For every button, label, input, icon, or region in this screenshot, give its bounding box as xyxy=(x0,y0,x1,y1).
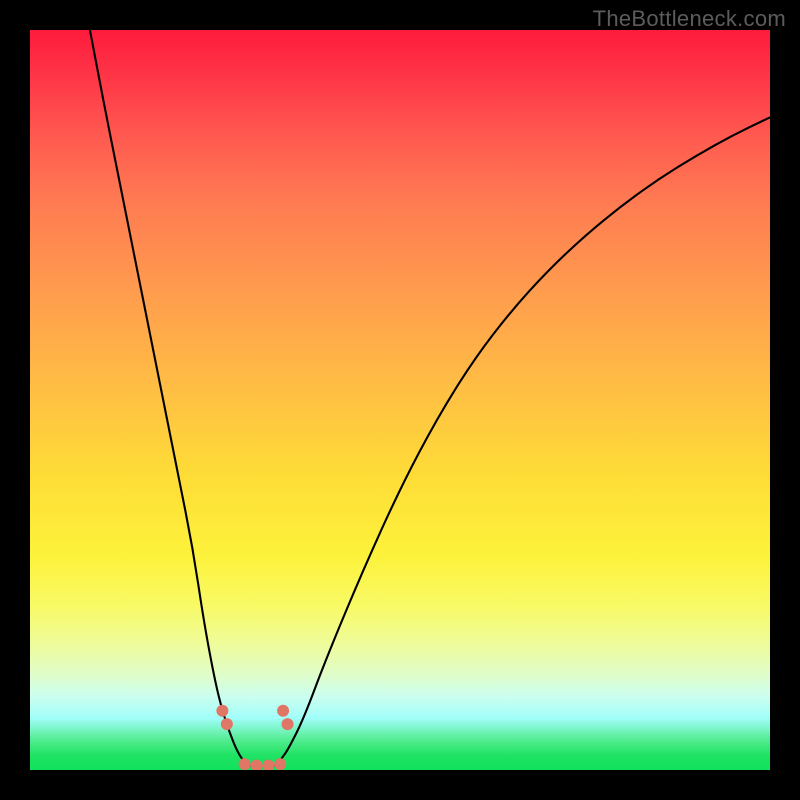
chart-marker xyxy=(274,758,286,770)
chart-marker xyxy=(282,718,294,730)
chart-marker xyxy=(239,758,251,770)
chart-marker xyxy=(216,705,228,717)
watermark-text: TheBottleneck.com xyxy=(593,6,786,32)
right-curve-line xyxy=(274,117,770,766)
chart-markers xyxy=(216,705,293,770)
chart-outer-frame: TheBottleneck.com xyxy=(0,0,800,800)
left-curve-line xyxy=(90,30,252,766)
plot-area xyxy=(30,30,770,770)
chart-marker xyxy=(221,718,233,730)
chart-marker xyxy=(277,705,289,717)
chart-svg xyxy=(30,30,770,770)
chart-marker xyxy=(250,760,262,770)
chart-marker xyxy=(262,760,274,770)
